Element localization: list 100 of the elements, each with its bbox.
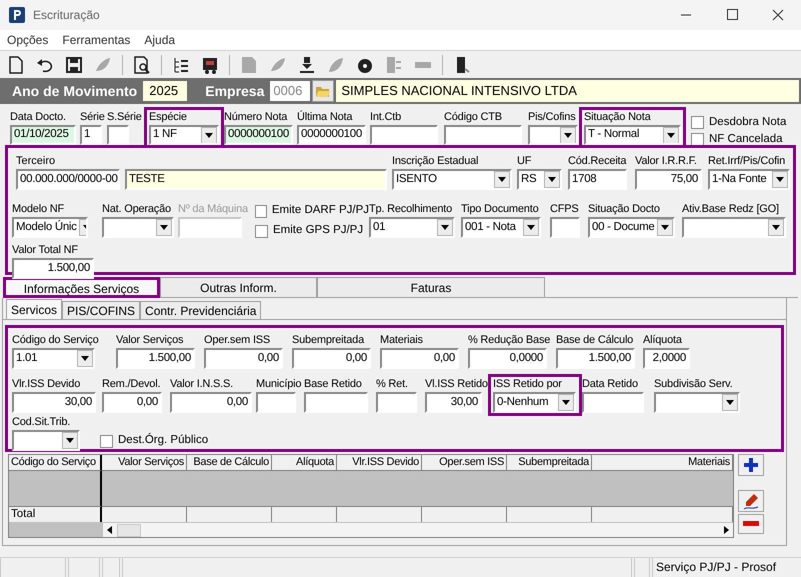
dropdown-field[interactable]: RS	[517, 169, 562, 190]
company-code-field[interactable]: 0006	[270, 81, 310, 101]
field-label: CFPS	[550, 202, 580, 217]
total-label: Total	[9, 506, 102, 522]
text-field[interactable]	[444, 125, 522, 145]
dropdown-field[interactable]: 1 NF	[149, 125, 219, 145]
year-field[interactable]: 2025	[143, 81, 188, 101]
checkbox[interactable]	[100, 434, 113, 448]
year-label: Ano de Movimento	[12, 82, 138, 100]
dropdown-button[interactable]	[722, 394, 738, 411]
tab[interactable]: Servicos	[6, 299, 62, 319]
checkbox[interactable]	[255, 204, 267, 218]
dropdown-button[interactable]	[437, 219, 453, 236]
remove-button[interactable]	[738, 514, 764, 534]
dropdown-button[interactable]	[772, 171, 788, 188]
dropdown-field[interactable]: 1.01	[12, 348, 95, 369]
dropdown-button[interactable]	[494, 171, 510, 188]
text-field[interactable]	[178, 217, 242, 238]
text-field[interactable]	[304, 392, 368, 413]
menu-item[interactable]: Opções	[7, 31, 48, 49]
tab[interactable]: Informações Serviços	[3, 277, 160, 298]
tab[interactable]: PIS/COFINS	[62, 301, 140, 319]
text-field[interactable]: 01/10/2025	[10, 125, 76, 145]
dropdown-button[interactable]	[768, 219, 784, 236]
folder-button[interactable]	[312, 80, 334, 102]
dropdown-field[interactable]: 01	[369, 217, 455, 238]
dropdown-field[interactable]: 001 - Nota	[461, 217, 541, 238]
dropdown-field[interactable]: 1-Na Fonte	[708, 169, 790, 190]
text-field[interactable]: 1.500,00	[116, 348, 195, 369]
text-field[interactable]: 30,00	[425, 392, 482, 413]
dropdown-button[interactable]	[544, 171, 560, 188]
text-field[interactable]: 0,00	[102, 392, 162, 413]
scroll-thumb[interactable]	[117, 524, 141, 536]
dropdown-button[interactable]	[77, 350, 93, 367]
dropdown-button[interactable]	[201, 127, 217, 143]
dropdown-button[interactable]	[657, 219, 673, 236]
text-field[interactable]: 0,00	[204, 348, 283, 369]
dropdown-field[interactable]	[102, 217, 174, 238]
text-field[interactable]: 0,00	[170, 392, 252, 413]
field-label: Valor I.N.S.S.	[170, 377, 234, 392]
column-header: Base de Cálculo	[187, 455, 272, 471]
text-field[interactable]: 2,0000	[643, 348, 690, 369]
checkbox[interactable]	[691, 133, 704, 146]
dropdown-field[interactable]: ISENTO	[392, 169, 512, 190]
menu-item[interactable]: Ajuda	[144, 31, 176, 49]
field-label: Inscrição Estadual	[392, 154, 480, 169]
dropdown-field[interactable]: 00 - Docume	[588, 217, 675, 238]
text-field[interactable]	[376, 392, 417, 413]
field-label: Modelo NF	[12, 202, 65, 217]
horizontal-scrollbar[interactable]	[103, 522, 733, 537]
text-field[interactable]: 0,0000	[468, 348, 547, 369]
edit-button[interactable]	[738, 490, 764, 512]
dropdown-field[interactable]	[528, 125, 578, 145]
checkbox[interactable]	[691, 116, 704, 130]
tab[interactable]: Outras Inform.	[160, 277, 317, 298]
text-field[interactable]	[107, 125, 129, 145]
dropdown-button[interactable]	[523, 219, 539, 236]
save-icon[interactable]	[64, 54, 84, 74]
tab[interactable]: Contr. Previdenciária	[140, 301, 262, 319]
dropdown-button[interactable]	[560, 127, 576, 143]
text-field[interactable]: 1.500,00	[12, 258, 94, 279]
checkbox-label: NF Cancelada	[709, 132, 783, 148]
checkbox[interactable]	[255, 224, 268, 238]
field-label: Subempreitada	[292, 333, 366, 348]
menu-item[interactable]: Ferramentas	[62, 31, 130, 49]
name-field[interactable]: TESTE	[125, 169, 387, 190]
dropdown-field[interactable]	[654, 392, 740, 413]
text-field[interactable]: 30,00	[12, 392, 96, 413]
text-field[interactable]: 0,00	[292, 348, 371, 369]
text-field[interactable]: 0,00	[380, 348, 459, 369]
text-field[interactable]: 1	[80, 125, 102, 145]
text-field[interactable]: 00.000.000/0000-00	[16, 169, 120, 190]
add-button[interactable]	[738, 454, 764, 476]
field-label: Última Nota	[297, 110, 354, 125]
text-field[interactable]: 0000000100	[224, 125, 293, 145]
dropdown-field[interactable]: T - Normal	[584, 125, 681, 145]
dropdown-field[interactable]: Modelo Únic	[12, 217, 88, 238]
company-name-field[interactable]: SIMPLES NACIONAL INTENSIVO LTDA	[336, 80, 799, 102]
column-header: Alíquota	[272, 455, 337, 471]
caret-icon	[564, 132, 572, 138]
field-label: Tipo Documento	[461, 202, 540, 217]
dropdown-field[interactable]: 0-Nenhum	[493, 392, 576, 413]
dropdown-field[interactable]	[12, 430, 80, 451]
text-field[interactable]: 1708	[568, 169, 627, 190]
text-field[interactable]: 0000000100	[297, 125, 366, 145]
text-field[interactable]	[256, 392, 296, 413]
text-field[interactable]	[582, 392, 644, 413]
checkbox-label: Desdobra Nota	[709, 115, 786, 130]
dropdown-button[interactable]	[62, 432, 78, 449]
text-field[interactable]	[550, 217, 580, 238]
dropdown-button[interactable]	[156, 219, 172, 236]
dropdown-field[interactable]	[682, 217, 786, 238]
dropdown-button[interactable]	[663, 127, 679, 143]
text-field[interactable]	[370, 125, 438, 145]
tab[interactable]: Faturas	[317, 277, 545, 298]
preview-icon[interactable]	[132, 54, 152, 74]
dropdown-button[interactable]	[558, 394, 574, 411]
text-field[interactable]: 75,00	[635, 169, 702, 190]
text-field[interactable]: 1.500,00	[556, 348, 635, 369]
download-icon[interactable]	[297, 54, 317, 74]
